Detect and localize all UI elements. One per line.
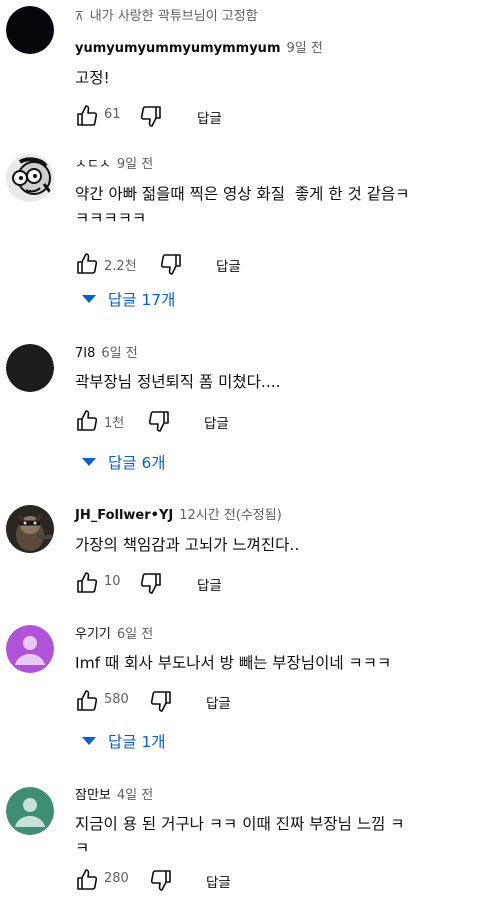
caret-down-icon	[82, 457, 96, 466]
dislike-icon[interactable]	[149, 689, 173, 713]
avatar-default-person-icon	[6, 787, 54, 835]
dislike-icon[interactable]	[139, 571, 163, 595]
replies-label: 답글 1개	[108, 733, 166, 751]
caret-down-icon	[82, 294, 96, 303]
comment-time[interactable]: 12시간 전(수정됨)	[179, 508, 282, 523]
dislike-icon[interactable]	[139, 104, 163, 128]
avatar[interactable]	[6, 505, 54, 553]
comment-text: Imf 때 회사 부도나서 방 빼는 부장님이네 ㅋㅋㅋ	[75, 654, 392, 672]
like-icon[interactable]	[75, 409, 99, 433]
avatar-raccoon-photo-icon	[6, 505, 54, 553]
caret-down-icon	[82, 736, 96, 745]
avatar[interactable]	[6, 625, 54, 673]
comment-time[interactable]: 6일 전	[117, 627, 153, 642]
like-icon[interactable]	[75, 104, 99, 128]
like-count: 61	[104, 107, 121, 122]
comment-time[interactable]: 4일 전	[117, 788, 153, 803]
comment-author[interactable]: JH_Follwer•YJ	[75, 508, 173, 523]
comment-author[interactable]: 7I8	[75, 346, 95, 361]
like-count: 280	[104, 871, 129, 886]
reply-button[interactable]: 답글	[216, 255, 241, 275]
like-icon[interactable]	[75, 571, 99, 595]
like-icon[interactable]	[75, 689, 99, 713]
avatar[interactable]	[6, 344, 54, 392]
view-replies-button[interactable]: 답글 6개	[82, 447, 166, 479]
view-replies-button[interactable]: 답글 1개	[82, 726, 166, 758]
like-icon[interactable]	[75, 252, 99, 276]
reply-button[interactable]: 답글	[206, 871, 231, 891]
comment-author[interactable]: 우기기	[75, 627, 111, 642]
avatar-cartoon-face-icon	[6, 154, 54, 202]
comment-text: 지금이 용 된 거구나 ㅋㅋ 이때 진짜 부장님 느낌 ㅋ ㅋ	[75, 815, 405, 857]
dislike-icon[interactable]	[147, 409, 171, 433]
comment-time[interactable]: 6일 전	[101, 346, 137, 361]
comment-text: 곽부장님 정년퇴직 폼 미쳤다....	[75, 373, 281, 391]
avatar-black-circle-icon	[6, 344, 54, 392]
comment-text: 가장의 책임감과 고뇌가 느껴진다..	[75, 536, 300, 554]
comment-time[interactable]: 9일 전	[287, 41, 323, 56]
avatar[interactable]	[6, 154, 54, 202]
reply-button[interactable]: 답글	[206, 692, 231, 712]
pin-icon: ⊼	[75, 9, 84, 23]
comment-author[interactable]: 잠만보	[75, 788, 111, 803]
avatar[interactable]	[6, 6, 54, 54]
view-replies-button[interactable]: 답글 17개	[82, 284, 175, 316]
avatar[interactable]	[6, 787, 54, 835]
comment-text: 약간 아빠 젊을때 찍은 영상 화질 좋게 한 것 같음ㅋ ㅋㅋㅋㅋㅋ	[75, 185, 410, 227]
comment-text: 고정!	[75, 69, 110, 87]
avatar-black-circle-icon	[6, 6, 54, 54]
like-count: 2.2천	[104, 259, 137, 274]
comment-time[interactable]: 9일 전	[117, 157, 153, 172]
reply-button[interactable]: 답글	[197, 574, 222, 594]
pinned-label: 내가 사랑한 곽튜브님이 고정함	[89, 9, 258, 24]
like-count: 1천	[104, 416, 125, 431]
reply-button[interactable]: 답글	[197, 107, 222, 127]
avatar-default-person-icon	[6, 625, 54, 673]
replies-label: 답글 17개	[108, 291, 176, 309]
dislike-icon[interactable]	[159, 252, 183, 276]
comment-author[interactable]: yumyumyummyumymmyum	[75, 41, 281, 56]
like-icon[interactable]	[75, 868, 99, 892]
like-count: 10	[104, 574, 121, 589]
reply-button[interactable]: 답글	[204, 412, 229, 432]
pinned-indicator: ⊼ 내가 사랑한 곽튜브님이 고정함	[75, 4, 489, 28]
dislike-icon[interactable]	[149, 868, 173, 892]
comment-author[interactable]: ㅅㄷㅅ	[75, 157, 111, 172]
replies-label: 답글 6개	[108, 454, 166, 472]
like-count: 580	[104, 692, 129, 707]
